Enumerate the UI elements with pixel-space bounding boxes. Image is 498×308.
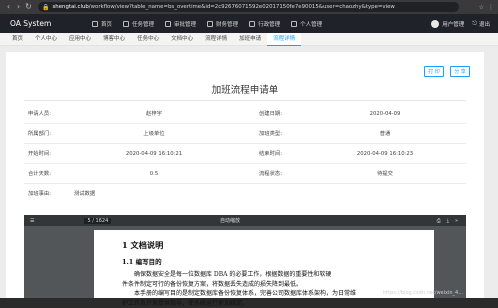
- tab-personal-center[interactable]: 个人中心: [29, 33, 63, 46]
- divider: [24, 183, 466, 184]
- lock-icon: 🔒: [42, 4, 49, 11]
- task-icon: [123, 21, 129, 27]
- sidebar-toggle-icon[interactable]: ☰: [30, 218, 34, 224]
- tab-flow-detail-active[interactable]: 流程详情: [267, 33, 301, 46]
- form-row: 所属部门: 上级单位 加班类型: 普通: [24, 126, 466, 143]
- status-value: 待提交: [305, 166, 465, 183]
- top-menu-item-home[interactable]: 首页: [92, 20, 112, 28]
- reason-label: 加班事由:: [24, 186, 74, 203]
- finance-icon: [207, 21, 213, 27]
- watermark: https://blog.csdn.net/weixin_4...: [383, 290, 463, 296]
- pdf-line: 件条件制定可行的备份恢复方案，将数据丢失造成的损失降到最低。: [122, 280, 406, 290]
- create-date-label: 创建日期:: [255, 106, 305, 123]
- tab-app-center[interactable]: 应用中心: [63, 33, 97, 46]
- logout-link[interactable]: 退出: [479, 20, 490, 28]
- divider: [24, 100, 466, 101]
- print-button[interactable]: 打 印: [424, 66, 444, 77]
- tab-overtime-apply[interactable]: 加班申请: [233, 33, 267, 46]
- form-row: 申请人员: 赵梓宇 创建日期: 2020-04-09: [24, 106, 466, 123]
- tab-task-center[interactable]: 任务中心: [131, 33, 165, 46]
- top-menu-item-task[interactable]: 任务管理: [123, 20, 154, 28]
- logout-icon[interactable]: ⎋: [472, 20, 477, 28]
- top-menu-item-finance[interactable]: 财务管理: [207, 20, 238, 28]
- pdf-toolbar: ☰ 5 / 1624 自动缩放 ⎙ ⤓ »: [24, 215, 466, 226]
- dept-label: 所属部门:: [24, 126, 74, 143]
- days-value: 0.5: [74, 166, 234, 183]
- top-menu-item-approval[interactable]: 审批管理: [165, 20, 196, 28]
- avatar[interactable]: [431, 20, 439, 28]
- divider: [24, 163, 466, 164]
- page-tabs: 首页 个人中心 应用中心 博客中心 任务中心 文档中心 流程详情 加班申请 流程…: [0, 33, 498, 46]
- pdf-page-indicator[interactable]: 5 / 1624: [84, 218, 111, 224]
- start-time-value: 2020-04-09 16:10:21: [74, 146, 234, 163]
- tab-home[interactable]: 首页: [6, 33, 29, 46]
- create-date-value: 2020-04-09: [305, 106, 465, 123]
- pdf-line: 确保数据安全是每一位数据库 DBA 的必要工作，根据数据的重要性和软硬: [122, 270, 406, 280]
- status-label: 流程状态:: [255, 166, 305, 183]
- reload-icon[interactable]: ↻: [24, 2, 33, 12]
- user-area: 用户管理 ⎋ 退出: [431, 20, 490, 28]
- download-icon[interactable]: ⤓: [447, 218, 449, 224]
- address-bar[interactable]: 🔒 shengtai.club/workflow/view?table_name…: [38, 2, 459, 12]
- back-icon[interactable]: ‹: [4, 2, 13, 12]
- tab-blog-center[interactable]: 博客中心: [97, 33, 131, 46]
- form-row: 合计天数: 0.5 流程状态: 待提交: [24, 166, 466, 183]
- reason-value: 测试数据: [74, 186, 95, 203]
- tab-flow-detail[interactable]: 流程详情: [199, 33, 233, 46]
- end-time-value: 2020-04-09 16:10:23: [305, 146, 465, 163]
- top-menu-item-personal[interactable]: 个人管理: [291, 20, 322, 28]
- dept-value: 上级单位: [74, 126, 234, 143]
- form-row: 加班事由: 测试数据: [24, 186, 466, 203]
- divider: [24, 123, 466, 124]
- top-menu-item-admin[interactable]: 行政管理: [249, 20, 280, 28]
- share-button[interactable]: 分 享: [450, 66, 470, 77]
- main-content: 打 印 分 享 加班流程申请单 申请人员: 赵梓宇 创建日期: 2020-04-…: [0, 46, 498, 298]
- applicant-value: 赵梓宇: [74, 106, 234, 123]
- top-menu: 首页 任务管理 审批管理 财务管理 行政管理 个人管理: [92, 20, 333, 28]
- url-text: shengtai.club/workflow/view?table_name=b…: [52, 4, 394, 10]
- more-icon[interactable]: »: [455, 218, 458, 224]
- app-title: OA System: [0, 19, 50, 28]
- end-time-label: 结束时间:: [255, 146, 305, 163]
- browser-toolbar: ‹ › ↻ 🔒 shengtai.club/workflow/view?tabl…: [0, 0, 498, 14]
- admin-icon: [249, 21, 255, 27]
- ot-type-value: 普通: [305, 126, 465, 143]
- form-card: 打 印 分 享 加班流程申请单 申请人员: 赵梓宇 创建日期: 2020-04-…: [6, 52, 484, 298]
- ot-type-label: 加班类型:: [255, 126, 305, 143]
- pdf-zoom-select[interactable]: 自动缩放: [220, 217, 240, 224]
- forward-icon[interactable]: ›: [14, 2, 23, 12]
- personal-icon: [291, 21, 297, 27]
- divider: [24, 143, 466, 144]
- pdf-heading-2: 1.1 编写目的: [122, 256, 406, 266]
- form-title: 加班流程申请单: [6, 82, 484, 96]
- pdf-line: 护工作及开发提供指导，使系统运行更加稳定。: [122, 299, 406, 308]
- tab-doc-center[interactable]: 文档中心: [165, 33, 199, 46]
- pdf-line: 本手册的编写目的是制定数据库备份恢复体系，完善公司数据库体系架构，为日常维: [122, 289, 406, 299]
- pdf-page: 1 文档说明 1.1 编写目的 确保数据安全是每一位数据库 DBA 的必要工作，…: [94, 230, 434, 298]
- pdf-paragraph: 确保数据安全是每一位数据库 DBA 的必要工作，根据数据的重要性和软硬 件条件制…: [122, 270, 406, 308]
- star-icon[interactable]: ☆: [479, 4, 484, 11]
- menu-icon[interactable]: ⋮: [488, 4, 494, 11]
- home-icon: [92, 21, 98, 27]
- days-label: 合计天数:: [24, 166, 74, 183]
- pdf-viewer[interactable]: ☰ 5 / 1624 自动缩放 ⎙ ⤓ » 1 文档说明 1.1 编写目的 确保…: [24, 215, 466, 298]
- applicant-label: 申请人员:: [24, 106, 74, 123]
- form-row: 开始时间: 2020-04-09 16:10:21 结束时间: 2020-04-…: [24, 146, 466, 163]
- user-menu[interactable]: 用户管理: [442, 20, 464, 28]
- print-icon[interactable]: ⎙: [437, 218, 441, 224]
- approval-icon: [165, 21, 171, 27]
- pdf-heading-1: 1 文档说明: [122, 239, 406, 251]
- start-time-label: 开始时间:: [24, 146, 74, 163]
- app-header: OA System 首页 任务管理 审批管理 财务管理 行政管理 个人管理 用户…: [0, 14, 498, 33]
